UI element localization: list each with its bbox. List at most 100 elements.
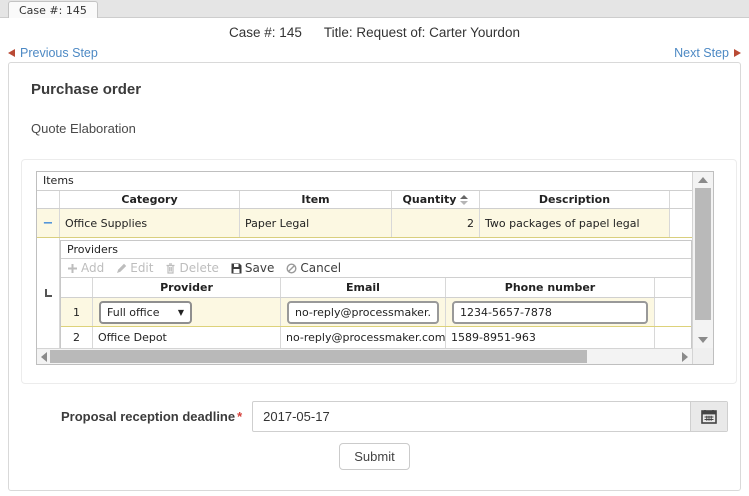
email-field[interactable] (287, 301, 439, 324)
items-grid: Items Category Item Quantity Description… (36, 171, 714, 365)
items-detail-row: Providers Add Edit (37, 238, 692, 348)
previous-arrow-icon (8, 49, 15, 57)
add-button: Add (67, 261, 104, 275)
tab-case[interactable]: Case #: 145 (8, 1, 98, 18)
submit-button[interactable]: Submit (339, 443, 409, 470)
plus-icon (67, 263, 78, 274)
scroll-up-arrow-icon[interactable] (698, 177, 708, 183)
calendar-icon (701, 409, 717, 424)
cell-description: Two packages of papel legal (480, 209, 670, 237)
save-button[interactable]: Save (231, 261, 274, 275)
phone-field[interactable] (452, 301, 648, 324)
cancel-label: Cancel (300, 261, 341, 275)
items-grid-header: Category Item Quantity Description (37, 191, 692, 209)
vertical-scroll-thumb[interactable] (695, 188, 711, 320)
trash-icon (165, 263, 176, 274)
column-header-quantity[interactable]: Quantity (392, 191, 480, 208)
provider-cell: Office Depot (93, 327, 281, 348)
column-header-description[interactable]: Description (480, 191, 670, 208)
next-step-link[interactable]: Next Step (674, 46, 741, 60)
provider-cell: Full office ▼ (93, 298, 281, 326)
deadline-label: Proposal reception deadline* (61, 409, 242, 424)
items-grid-caption: Items (37, 172, 692, 191)
form-subtitle: Quote Elaboration (31, 121, 136, 136)
provider-select[interactable]: Full office ▼ (99, 301, 192, 324)
cell-item: Paper Legal (240, 209, 392, 237)
vertical-scroll-track[interactable] (693, 172, 713, 348)
column-header-item[interactable]: Item (240, 191, 392, 208)
next-step-label: Next Step (674, 46, 729, 60)
quantity-header-label: Quantity (403, 193, 457, 206)
scroll-right-arrow-icon[interactable] (682, 352, 688, 362)
window-tab-strip: Case #: 145 (0, 0, 749, 18)
items-row-1[interactable]: − Office Supplies Paper Legal 2 Two pack… (37, 209, 692, 238)
grid-subpanel: Items Category Item Quantity Description… (21, 159, 737, 384)
cell-category: Office Supplies (60, 209, 240, 237)
cell-filler (655, 327, 691, 348)
case-number-label: Case #: 145 (229, 25, 302, 40)
submit-row: Submit (9, 443, 740, 470)
scrollbar-corner (693, 348, 713, 364)
case-header: Case #: 145 Title: Request of: Carter Yo… (0, 19, 749, 45)
cell-filler (655, 298, 691, 326)
step-navigation: Previous Step Next Step (8, 46, 741, 62)
calendar-picker-button[interactable] (690, 402, 727, 431)
row-number: 1 (61, 298, 93, 326)
delete-button: Delete (165, 261, 218, 275)
provider-select-value: Full office (107, 306, 178, 319)
deadline-field-row: Proposal reception deadline* (61, 401, 728, 432)
form-panel: Purchase order Quote Elaboration Items C… (8, 62, 741, 491)
edit-label: Edit (130, 261, 153, 275)
scroll-down-arrow-icon[interactable] (698, 337, 708, 343)
horizontal-scroll-thumb[interactable] (50, 350, 587, 363)
providers-grid-header: Provider Email Phone number (61, 278, 691, 298)
deadline-label-text: Proposal reception deadline (61, 409, 235, 424)
expand-column-header (37, 191, 60, 208)
cancel-slash-circle-icon (286, 263, 297, 274)
save-label: Save (245, 261, 274, 275)
column-header-email[interactable]: Email (281, 278, 446, 297)
add-label: Add (81, 261, 104, 275)
case-title-label: Title: Request of: Carter Yourdon (324, 25, 520, 40)
column-header-provider[interactable]: Provider (93, 278, 281, 297)
providers-grid-caption: Providers (61, 241, 691, 259)
deadline-date-input[interactable] (253, 402, 690, 431)
child-row-indicator-icon (45, 289, 52, 297)
providers-toolbar: Add Edit Delete (61, 259, 691, 278)
filler-column-header (670, 191, 692, 208)
items-grid-main: Items Category Item Quantity Description… (37, 172, 692, 364)
collapse-row-toggle[interactable]: − (37, 209, 60, 237)
edit-button: Edit (116, 261, 153, 275)
detail-row-gutter (37, 238, 60, 348)
chevron-down-icon: ▼ (178, 308, 184, 317)
previous-step-link[interactable]: Previous Step (8, 46, 98, 60)
required-asterisk: * (237, 409, 242, 424)
detail-row-body: Providers Add Edit (60, 238, 692, 348)
cell-quantity: 2 (392, 209, 480, 237)
provider-row-2[interactable]: 2 Office Depot no-reply@processmaker.com… (61, 327, 691, 348)
row-number-column-header (61, 278, 93, 297)
email-cell (281, 298, 446, 326)
column-header-phone[interactable]: Phone number (446, 278, 655, 297)
pencil-icon (116, 263, 127, 274)
date-input-group (252, 401, 728, 432)
column-header-category[interactable]: Category (60, 191, 240, 208)
phone-cell (446, 298, 655, 326)
row-number: 2 (61, 327, 93, 348)
email-cell: no-reply@processmaker.com (281, 327, 446, 348)
cell-filler (670, 209, 692, 237)
collapse-minus-icon: − (43, 217, 54, 230)
phone-cell: 1589-8951-963 (446, 327, 655, 348)
provider-row-1-editing[interactable]: 1 Full office ▼ (61, 298, 691, 327)
page-title: Purchase order (31, 81, 141, 98)
next-arrow-icon (734, 49, 741, 57)
delete-label: Delete (179, 261, 218, 275)
vertical-scrollbar[interactable] (692, 172, 713, 364)
providers-grid: Providers Add Edit (60, 240, 692, 348)
horizontal-scrollbar[interactable] (37, 348, 692, 364)
sort-asc-icon (460, 195, 468, 205)
scroll-left-arrow-icon[interactable] (41, 352, 47, 362)
previous-step-label: Previous Step (20, 46, 98, 60)
cancel-button[interactable]: Cancel (286, 261, 341, 275)
floppy-save-icon (231, 263, 242, 274)
